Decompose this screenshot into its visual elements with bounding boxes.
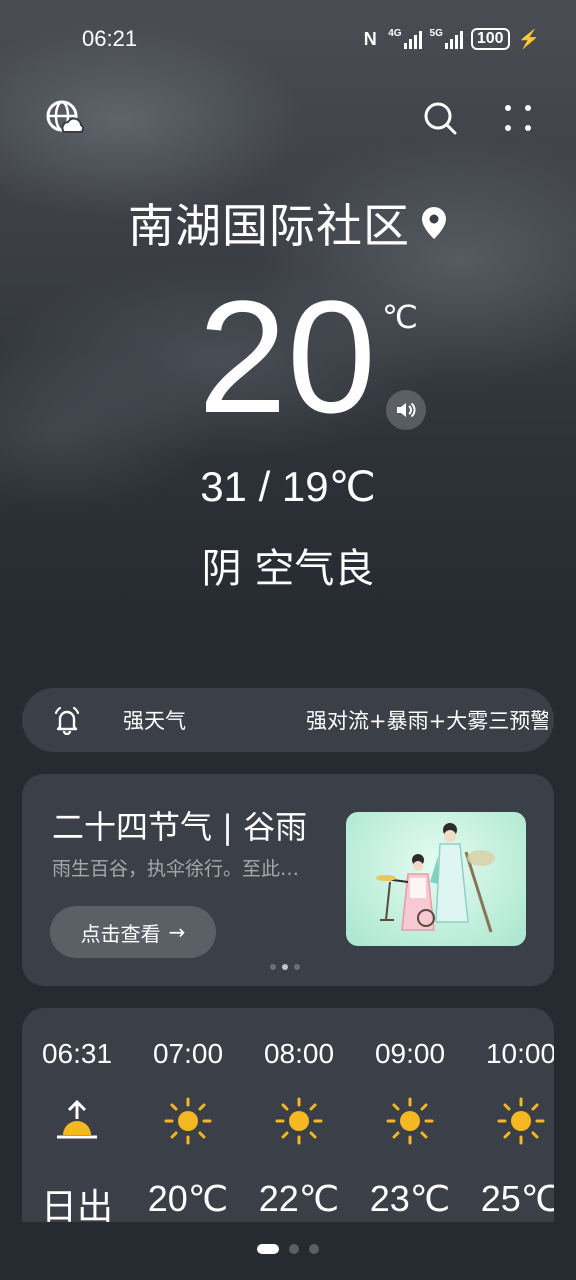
hour-value: 22℃ [258, 1178, 340, 1219]
view-details-button[interactable]: 点击查看 → [50, 906, 216, 958]
location-name: 南湖国际社区 [128, 199, 410, 253]
alert-text-right: 强对流+暴雨+大雾三预警 [306, 709, 548, 733]
hour-value: 日出 [40, 1186, 113, 1222]
page-dot[interactable] [309, 1244, 319, 1254]
illustration-figures [376, 823, 495, 933]
alarm-bell-icon [54, 706, 80, 735]
charging-icon: ⚡ [517, 28, 540, 49]
hour-value: 23℃ [369, 1178, 451, 1219]
hour-item: 07:00 20℃ [133, 1038, 243, 1220]
status-bar: 06:21 N 4G 5G 100 ⚡ [0, 0, 576, 80]
solar-term-card[interactable]: 二十四节气 | 谷雨 雨生百谷，执伞徐行。至此春将尽 点击查看 → [22, 774, 554, 986]
location-pin-icon [422, 207, 446, 239]
card-dot [270, 964, 276, 970]
temperature-unit: ℃ [382, 298, 418, 336]
more-button[interactable] [496, 96, 540, 140]
hourly-forecast[interactable]: 06:31 日出 07:00 20℃ 08:00 22℃ 09:00 23℃ 1… [22, 1008, 554, 1222]
hour-time: 08:00 [263, 1038, 335, 1069]
page-dot-active[interactable] [257, 1244, 279, 1254]
card-subtitle: 雨生百谷，执伞徐行。至此春将尽 [52, 858, 314, 880]
search-button[interactable] [418, 96, 462, 140]
card-dot-active [282, 964, 288, 970]
card-dot [294, 964, 300, 970]
globe-cloud-icon [46, 100, 85, 133]
hour-item: 09:00 23℃ [355, 1038, 465, 1220]
nfc-icon: N [363, 28, 377, 49]
city-manage-button[interactable] [42, 96, 86, 140]
signal-5g: 5G [430, 29, 463, 49]
battery-indicator: 100 [470, 28, 510, 50]
hour-time: 06:31 [41, 1038, 113, 1069]
sun-icon [386, 1097, 434, 1145]
hour-value: 25℃ [480, 1178, 554, 1219]
search-icon [424, 102, 457, 135]
hour-item: 06:31 日出 [22, 1038, 132, 1222]
page-dot[interactable] [289, 1244, 299, 1254]
voice-broadcast-button[interactable] [386, 390, 426, 430]
hour-time: 10:00 [485, 1038, 554, 1069]
location-row[interactable]: 南湖国际社区 [0, 190, 576, 256]
speaker-icon [397, 402, 416, 418]
view-details-label: 点击查看 [80, 921, 161, 946]
arrow-right-icon: → [168, 920, 186, 944]
weather-condition: 阴 空气良 [201, 546, 375, 592]
hour-item: 08:00 22℃ [244, 1038, 354, 1220]
solar-term-illustration [346, 812, 526, 946]
sun-icon [164, 1097, 212, 1145]
card-title: 二十四节气 | 谷雨 [52, 808, 308, 846]
card-page-dots [270, 964, 300, 970]
signal-bars-icon [444, 29, 463, 49]
signal-4g: 4G [388, 28, 422, 49]
current-temperature: 20 [198, 267, 376, 446]
temperature-range: 31 / 19℃ [200, 463, 376, 510]
sun-icon [497, 1097, 545, 1145]
page-indicator [0, 1244, 576, 1254]
net-label-4g: 4G [388, 28, 402, 39]
signal-bars-icon [403, 29, 422, 49]
alert-text-left: 强天气 [123, 709, 186, 733]
more-grid-icon [505, 105, 531, 131]
hour-time: 07:00 [152, 1038, 224, 1069]
hour-value: 20℃ [147, 1178, 229, 1219]
weather-alert-bar[interactable]: 强天气 强对流+暴雨+大雾三预警 [22, 688, 554, 752]
status-icons: N 4G 5G 100 ⚡ [360, 26, 540, 52]
net-label-5g: 5G [429, 28, 443, 39]
hour-item: 10:00 25℃ [466, 1038, 554, 1220]
sun-icon [275, 1097, 323, 1145]
sunrise-icon [57, 1099, 97, 1139]
hour-time: 09:00 [374, 1038, 446, 1069]
status-time: 06:21 [82, 26, 138, 51]
